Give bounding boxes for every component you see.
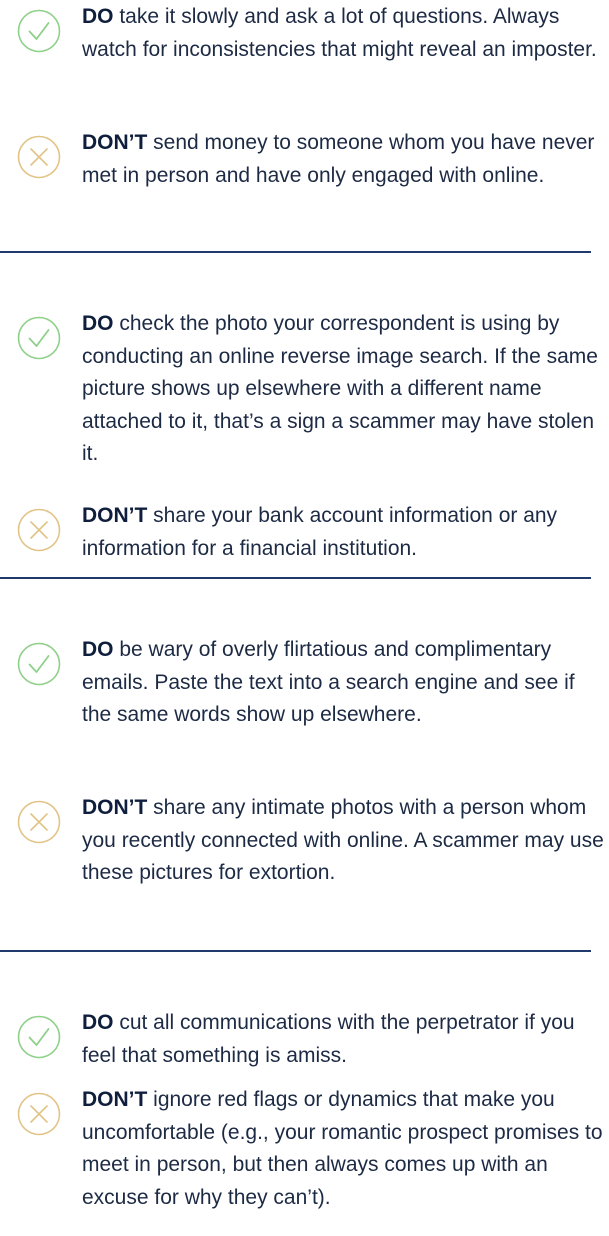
x-circle-icon xyxy=(17,1092,61,1136)
do-tip-text: check the photo your correspondent is us… xyxy=(82,312,598,465)
dont-keyword: DON’T xyxy=(82,1088,148,1111)
section-divider xyxy=(0,577,591,579)
do-tip-text: take it slowly and ask a lot of question… xyxy=(82,5,597,61)
x-circle-icon xyxy=(17,135,61,179)
do-tip: DO check the photo your correspondent is… xyxy=(82,308,609,471)
dont-tip-text: send money to someone whom you have neve… xyxy=(82,131,595,187)
do-keyword: DO xyxy=(82,5,114,28)
dont-keyword: DON’T xyxy=(82,796,148,819)
dont-tip-text: share your bank account information or a… xyxy=(82,504,558,560)
dont-tip: DON’T share your bank account informatio… xyxy=(82,500,609,565)
section-divider xyxy=(0,950,591,952)
check-circle-icon xyxy=(17,9,61,53)
dont-tip: DON’T share any intimate photos with a p… xyxy=(82,792,609,890)
do-tip-text: cut all communications with the perpetra… xyxy=(82,1011,575,1067)
section-divider xyxy=(0,251,591,253)
dont-tip: DON’T ignore red flags or dynamics that … xyxy=(82,1084,609,1214)
do-keyword: DO xyxy=(82,1011,114,1034)
dont-keyword: DON’T xyxy=(82,504,148,527)
check-circle-icon xyxy=(17,316,61,360)
dont-tip-text: ignore red flags or dynamics that make y… xyxy=(82,1088,603,1209)
check-circle-icon xyxy=(17,1015,61,1059)
x-circle-icon xyxy=(17,508,61,552)
do-tip: DO take it slowly and ask a lot of quest… xyxy=(82,1,609,66)
do-keyword: DO xyxy=(82,312,114,335)
do-keyword: DO xyxy=(82,638,114,661)
do-tip-text: be wary of overly flirtatious and compli… xyxy=(82,638,575,726)
do-tip: DO cut all communications with the perpe… xyxy=(82,1007,609,1072)
x-circle-icon xyxy=(17,800,61,844)
dont-keyword: DON’T xyxy=(82,131,148,154)
check-circle-icon xyxy=(17,642,61,686)
do-tip: DO be wary of overly flirtatious and com… xyxy=(82,634,609,732)
dont-tip: DON’T send money to someone whom you hav… xyxy=(82,127,609,192)
dont-tip-text: share any intimate photos with a person … xyxy=(82,796,604,884)
